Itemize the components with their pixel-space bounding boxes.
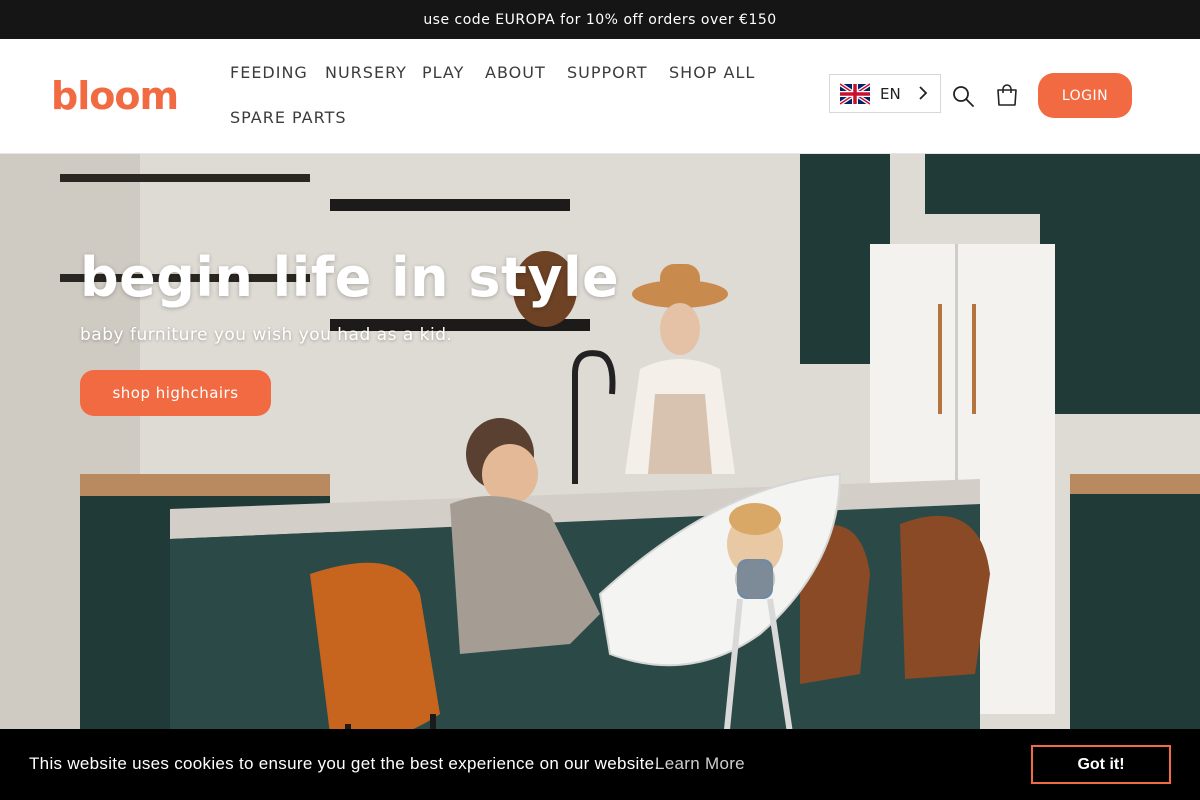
- chevron-right-icon: [919, 86, 928, 100]
- uk-flag-icon: [840, 82, 870, 105]
- announcement-text: use code EUROPA for 10% off orders over …: [423, 11, 777, 28]
- nav-about[interactable]: ABOUT: [485, 63, 546, 82]
- nav-nursery[interactable]: NURSERY: [325, 63, 407, 82]
- nav-play[interactable]: PLAY: [422, 63, 464, 82]
- language-selector[interactable]: EN: [829, 74, 941, 113]
- hero-subtitle: baby furniture you wish you had as a kid…: [80, 325, 453, 345]
- announcement-bar: use code EUROPA for 10% off orders over …: [0, 0, 1200, 39]
- cookie-accept-button[interactable]: Got it!: [1031, 745, 1171, 784]
- nav-feeding[interactable]: FEEDING: [230, 63, 308, 82]
- shop-highchairs-button[interactable]: shop highchairs: [80, 370, 271, 416]
- learn-more-link[interactable]: Learn More: [655, 754, 745, 774]
- login-button[interactable]: LOGIN: [1038, 73, 1132, 118]
- nav-support[interactable]: SUPPORT: [567, 63, 647, 82]
- hero-banner: begin life in style baby furniture you w…: [0, 154, 1200, 800]
- search-icon[interactable]: [950, 83, 978, 111]
- hero-title: begin life in style: [80, 246, 620, 309]
- cookie-banner: This website uses cookies to ensure you …: [0, 729, 1200, 800]
- cart-icon[interactable]: [994, 82, 1022, 110]
- site-header: bloom FEEDING NURSERY PLAY ABOUT SUPPORT…: [0, 39, 1200, 154]
- logo[interactable]: bloom: [51, 74, 179, 118]
- nav-shop-all[interactable]: SHOP ALL: [669, 63, 755, 82]
- nav-spare-parts[interactable]: SPARE PARTS: [230, 108, 347, 127]
- cookie-message: This website uses cookies to ensure you …: [29, 754, 660, 773]
- language-code: EN: [880, 84, 901, 103]
